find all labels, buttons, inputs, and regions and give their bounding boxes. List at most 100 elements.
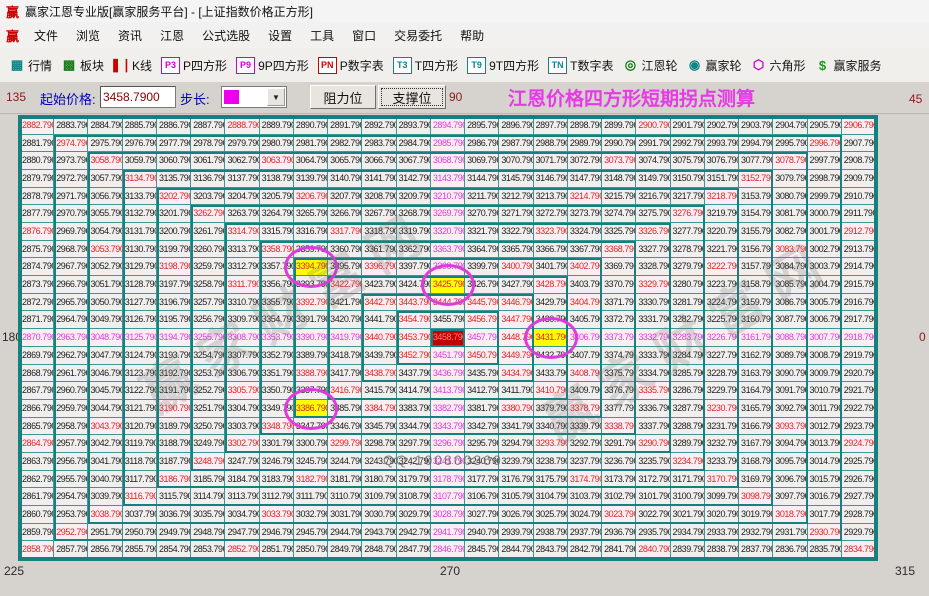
grid-cell[interactable]: 3288.7900: [671, 418, 705, 436]
grid-cell[interactable]: 3161.7900: [739, 329, 773, 347]
grid-cell[interactable]: 3123.7900: [123, 365, 157, 383]
grid-cell[interactable]: 3323.7900: [534, 223, 568, 241]
menu-settings[interactable]: 设置: [259, 22, 301, 48]
grid-cell[interactable]: 3142.7900: [397, 170, 431, 188]
grid-cell[interactable]: 3317.7900: [328, 223, 362, 241]
grid-cell[interactable]: 3237.7900: [568, 453, 602, 471]
grid-cell[interactable]: 3426.7900: [465, 276, 499, 294]
grid-cell[interactable]: 2995.7900: [773, 135, 807, 153]
grid-cell[interactable]: 3184.7900: [225, 471, 259, 489]
grid-cell[interactable]: 3404.7900: [568, 294, 602, 312]
grid-cell[interactable]: 3189.7900: [157, 418, 191, 436]
grid-cell[interactable]: 3227.7900: [705, 347, 739, 365]
grid-cell[interactable]: 3387.7900: [294, 382, 328, 400]
grid-cell[interactable]: 3112.7900: [260, 488, 294, 506]
grid-cell[interactable]: 2900.7900: [636, 117, 670, 135]
grid-cell[interactable]: 2945.7900: [294, 524, 328, 542]
grid-cell[interactable]: 3363.7900: [431, 241, 465, 259]
grid-cell[interactable]: 2846.7900: [431, 541, 465, 559]
grid-cell[interactable]: 3126.7900: [123, 311, 157, 329]
grid-cell[interactable]: 3321.7900: [465, 223, 499, 241]
grid-cell[interactable]: 2968.7900: [54, 241, 88, 259]
grid-cell[interactable]: 3385.7900: [328, 400, 362, 418]
grid-cell[interactable]: 3411.7900: [499, 382, 533, 400]
grid-cell[interactable]: 3183.7900: [260, 471, 294, 489]
grid-cell[interactable]: 2915.7900: [842, 276, 876, 294]
grid-cell[interactable]: 3160.7900: [739, 311, 773, 329]
toolbar-item-service[interactable]: $赢家服务: [815, 57, 882, 74]
grid-cell[interactable]: 3175.7900: [534, 471, 568, 489]
grid-cell[interactable]: 2997.7900: [808, 152, 842, 170]
grid-cell[interactable]: 3208.7900: [362, 188, 396, 206]
grid-cell[interactable]: 2851.7900: [260, 541, 294, 559]
grid-cell[interactable]: 3453.7900: [397, 329, 431, 347]
grid-cell[interactable]: 2855.7900: [123, 541, 157, 559]
grid-cell[interactable]: 2864.7900: [20, 435, 54, 453]
grid-cell[interactable]: 3416.7900: [328, 382, 362, 400]
grid-cell[interactable]: 3328.7900: [636, 258, 670, 276]
grid-cell[interactable]: 3421.7900: [328, 294, 362, 312]
grid-cell[interactable]: 3392.7900: [294, 294, 328, 312]
grid-cell[interactable]: 2965.7900: [54, 294, 88, 312]
grid-cell[interactable]: 3303.7900: [225, 418, 259, 436]
grid-cell[interactable]: 3434.7900: [499, 365, 533, 383]
toolbar-item-t-table[interactable]: TNT数字表: [548, 57, 613, 74]
grid-cell[interactable]: 2982.7900: [328, 135, 362, 153]
grid-cell[interactable]: 2938.7900: [534, 524, 568, 542]
grid-cell[interactable]: 2842.7900: [568, 541, 602, 559]
grid-cell[interactable]: 3209.7900: [397, 188, 431, 206]
grid-cell[interactable]: 2901.7900: [671, 117, 705, 135]
grid-cell[interactable]: 3380.7900: [499, 400, 533, 418]
grid-cell[interactable]: 3132.7900: [123, 205, 157, 223]
grid-cell[interactable]: 2877.7900: [20, 205, 54, 223]
grid-cell[interactable]: 2839.7900: [671, 541, 705, 559]
grid-cell[interactable]: 3327.7900: [636, 241, 670, 259]
grid-cell[interactable]: 3083.7900: [773, 241, 807, 259]
grid-cell[interactable]: 3413.7900: [431, 382, 465, 400]
grid-cell[interactable]: 3287.7900: [671, 400, 705, 418]
toolbar-item-sector-blocks[interactable]: ▩板块: [61, 57, 104, 74]
grid-cell[interactable]: 3447.7900: [499, 311, 533, 329]
grid-cell[interactable]: 3092.7900: [773, 400, 807, 418]
grid-cell[interactable]: 3125.7900: [123, 329, 157, 347]
grid-cell[interactable]: 2858.7900: [20, 541, 54, 559]
grid-cell[interactable]: 3106.7900: [465, 488, 499, 506]
grid-cell[interactable]: 2977.7900: [157, 135, 191, 153]
grid-cell[interactable]: 2937.7900: [568, 524, 602, 542]
grid-cell[interactable]: 3403.7900: [568, 276, 602, 294]
grid-cell[interactable]: 2981.7900: [294, 135, 328, 153]
grid-cell[interactable]: 3078.7900: [773, 152, 807, 170]
grid-cell[interactable]: 3452.7900: [397, 347, 431, 365]
start-price-input[interactable]: [100, 86, 176, 108]
grid-cell[interactable]: 3310.7900: [225, 294, 259, 312]
grid-cell[interactable]: 2926.7900: [842, 471, 876, 489]
grid-cell[interactable]: 2964.7900: [54, 311, 88, 329]
grid-cell[interactable]: 3369.7900: [602, 258, 636, 276]
grid-cell[interactable]: 3304.7900: [225, 400, 259, 418]
grid-cell[interactable]: 3048.7900: [88, 329, 122, 347]
grid-cell[interactable]: 2870.7900: [20, 329, 54, 347]
grid-cell[interactable]: 3365.7900: [499, 241, 533, 259]
grid-cell[interactable]: 2896.7900: [499, 117, 533, 135]
grid-cell[interactable]: 3028.7900: [431, 506, 465, 524]
grid-cell[interactable]: 3223.7900: [705, 276, 739, 294]
grid-cell[interactable]: 3216.7900: [636, 188, 670, 206]
grid-cell[interactable]: 2835.7900: [808, 541, 842, 559]
grid-cell[interactable]: 3074.7900: [636, 152, 670, 170]
grid-cell[interactable]: 3116.7900: [123, 488, 157, 506]
grid-cell[interactable]: 2958.7900: [54, 418, 88, 436]
grid-cell[interactable]: 2966.7900: [54, 276, 88, 294]
grid-cell[interactable]: 3435.7900: [465, 365, 499, 383]
grid-cell[interactable]: 3164.7900: [739, 382, 773, 400]
grid-cell[interactable]: 2928.7900: [842, 506, 876, 524]
grid-cell[interactable]: 3176.7900: [499, 471, 533, 489]
grid-cell[interactable]: 3171.7900: [671, 471, 705, 489]
grid-cell[interactable]: 3457.7900: [465, 329, 499, 347]
grid-cell[interactable]: 3245.7900: [294, 453, 328, 471]
grid-cell[interactable]: 2912.7900: [842, 223, 876, 241]
grid-cell[interactable]: 3258.7900: [191, 276, 225, 294]
grid-cell[interactable]: 3075.7900: [671, 152, 705, 170]
grid-cell[interactable]: 2957.7900: [54, 435, 88, 453]
menu-trade[interactable]: 交易委托: [385, 22, 451, 48]
grid-cell[interactable]: 3224.7900: [705, 294, 739, 312]
